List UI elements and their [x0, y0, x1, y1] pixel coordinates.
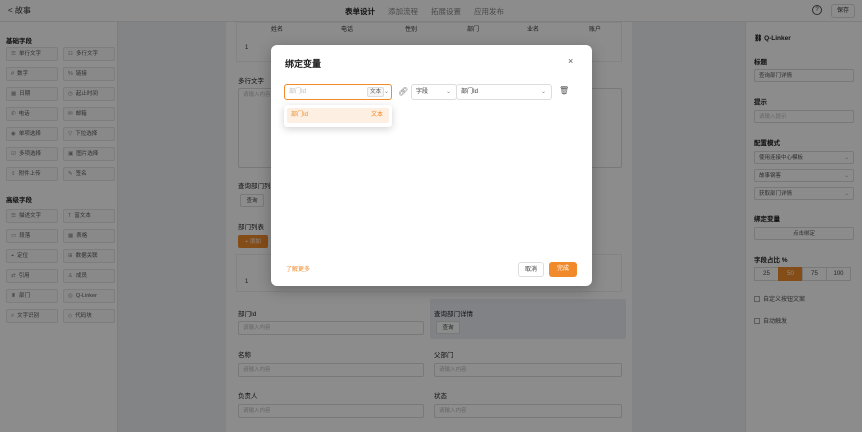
delete-icon[interactable]: 🗑︎: [559, 86, 569, 95]
type-tag: 文本: [367, 87, 385, 97]
chevron-down-icon: ⌄: [541, 89, 547, 95]
variable-dropdown: 部门Id 文本: [284, 105, 392, 127]
variable-select-placeholder: 部门Id: [289, 89, 307, 95]
chevron-down-icon: ⌄: [384, 89, 390, 95]
close-icon[interactable]: ×: [568, 56, 573, 66]
confirm-button[interactable]: 完成: [549, 262, 577, 277]
modal-title: 绑定变量: [285, 59, 322, 69]
bind-variable-modal: 绑定变量 × 部门Id 文本 ⌄ 🔗︎ 字段 ⌄ 部门Id ⌄ 🗑︎ 部门Id …: [271, 45, 592, 286]
link-icon: 🔗︎: [398, 87, 409, 96]
variable-select[interactable]: 部门Id 文本 ⌄: [284, 84, 392, 100]
source-type-select[interactable]: 字段 ⌄: [411, 84, 457, 100]
option-type-tag: 文本: [370, 112, 383, 118]
dropdown-option[interactable]: 部门Id 文本: [287, 108, 389, 123]
learn-more-link[interactable]: 了解更多: [286, 264, 310, 273]
cancel-button[interactable]: 取消: [518, 262, 544, 277]
chevron-down-icon: ⌄: [446, 89, 452, 95]
source-field-select[interactable]: 部门Id ⌄: [456, 84, 552, 100]
